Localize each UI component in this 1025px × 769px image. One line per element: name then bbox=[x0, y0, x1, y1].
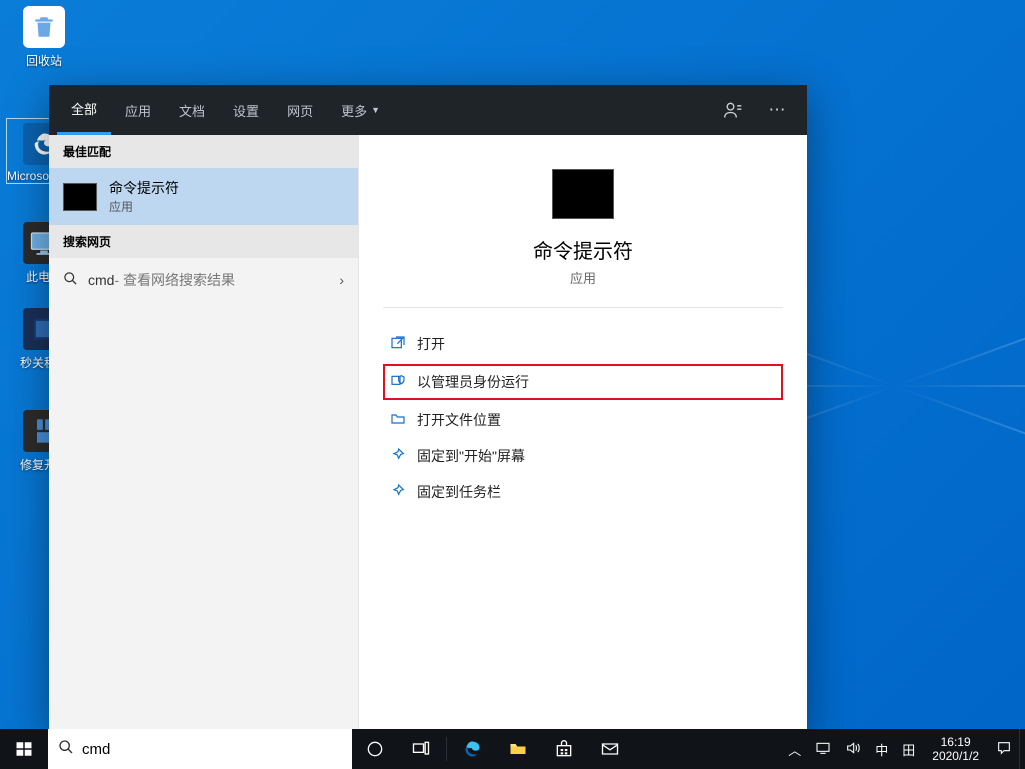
start-button[interactable] bbox=[0, 729, 48, 769]
open-icon bbox=[387, 335, 409, 354]
search-input[interactable] bbox=[82, 741, 342, 758]
web-hint: - 查看网络搜索结果 bbox=[114, 270, 235, 290]
tab-label: 应用 bbox=[125, 101, 151, 120]
tab-settings[interactable]: 设置 bbox=[219, 85, 273, 135]
tray-action-center-icon[interactable] bbox=[989, 740, 1019, 759]
desktop-icon-recycle-bin[interactable]: 回收站 bbox=[6, 6, 82, 69]
tray-volume-icon[interactable] bbox=[838, 740, 868, 759]
tray-ime-secondary[interactable]: 田 bbox=[895, 740, 922, 759]
taskbar-edge[interactable] bbox=[449, 729, 495, 769]
cmd-icon-large bbox=[552, 169, 614, 219]
action-label: 固定到"开始"屏幕 bbox=[417, 446, 525, 466]
tab-label: 设置 bbox=[233, 101, 259, 120]
preview-column: 命令提示符 应用 打开 以管理员身份运行 打开文件位置 bbox=[359, 135, 807, 729]
tray-ime-primary[interactable]: 中 bbox=[868, 740, 895, 759]
preview-title: 命令提示符 bbox=[383, 235, 783, 264]
search-panel-tabs: 全部 应用 文档 设置 网页 更多 ▼ ⋯ bbox=[49, 85, 807, 135]
tab-more[interactable]: 更多 ▼ bbox=[327, 85, 394, 135]
tab-label: 网页 bbox=[287, 101, 313, 120]
web-search-row[interactable]: cmd - 查看网络搜索结果 › bbox=[49, 258, 358, 302]
tab-docs[interactable]: 文档 bbox=[165, 85, 219, 135]
action-label: 打开文件位置 bbox=[417, 410, 501, 430]
action-open-location[interactable]: 打开文件位置 bbox=[383, 402, 783, 438]
action-pin-taskbar[interactable]: 固定到任务栏 bbox=[383, 474, 783, 510]
tray-network-icon[interactable] bbox=[808, 740, 838, 759]
tab-label: 更多 bbox=[341, 101, 367, 120]
web-query: cmd bbox=[88, 272, 114, 288]
results-column: 最佳匹配 命令提示符 应用 搜索网页 cmd - 查看网络搜索结果 › bbox=[49, 135, 359, 729]
section-search-web: 搜索网页 bbox=[49, 225, 358, 258]
pin-icon bbox=[387, 447, 409, 466]
folder-icon bbox=[387, 411, 409, 430]
action-open[interactable]: 打开 bbox=[383, 326, 783, 362]
preview-kind: 应用 bbox=[383, 268, 783, 287]
show-desktop-button[interactable] bbox=[1019, 729, 1025, 769]
tab-label: 全部 bbox=[71, 99, 97, 118]
tray-date: 2020/1/2 bbox=[932, 749, 979, 763]
task-view-button[interactable] bbox=[398, 729, 444, 769]
section-best-match: 最佳匹配 bbox=[49, 135, 358, 168]
taskbar-search[interactable] bbox=[48, 729, 352, 769]
result-kind: 应用 bbox=[109, 198, 179, 215]
chevron-right-icon: › bbox=[339, 272, 344, 288]
result-cmd[interactable]: 命令提示符 应用 bbox=[49, 168, 358, 225]
cortana-button[interactable] bbox=[352, 729, 398, 769]
tray-clock[interactable]: 16:19 2020/1/2 bbox=[922, 735, 989, 763]
taskbar-store[interactable] bbox=[541, 729, 587, 769]
search-icon bbox=[63, 271, 78, 289]
pin-icon bbox=[387, 483, 409, 502]
action-pin-start[interactable]: 固定到"开始"屏幕 bbox=[383, 438, 783, 474]
taskbar-mail[interactable] bbox=[587, 729, 633, 769]
result-title: 命令提示符 bbox=[109, 178, 179, 198]
tray-overflow[interactable]: ︿ bbox=[781, 740, 808, 759]
search-panel: 全部 应用 文档 设置 网页 更多 ▼ ⋯ 最佳匹配 命令提示符 应用 bbox=[49, 85, 807, 729]
search-icon bbox=[58, 739, 74, 760]
tab-all[interactable]: 全部 bbox=[57, 85, 111, 135]
cmd-icon bbox=[63, 183, 97, 211]
chevron-down-icon: ▼ bbox=[371, 105, 380, 115]
taskbar: ︿ 中 田 16:19 2020/1/2 bbox=[0, 729, 1025, 769]
tab-apps[interactable]: 应用 bbox=[111, 85, 165, 135]
action-label: 以管理员身份运行 bbox=[417, 372, 529, 392]
tab-label: 文档 bbox=[179, 101, 205, 120]
preview-actions: 打开 以管理员身份运行 打开文件位置 固定到"开始"屏幕 bbox=[383, 308, 783, 510]
recycle-bin-icon bbox=[23, 6, 65, 48]
more-options-icon[interactable]: ⋯ bbox=[755, 85, 799, 135]
desktop: 回收站 Microsoft Edge 此电脑 秒关程序 修复开机 全部 应用 文… bbox=[0, 0, 1025, 769]
tab-web[interactable]: 网页 bbox=[273, 85, 327, 135]
action-label: 固定到任务栏 bbox=[417, 482, 501, 502]
action-label: 打开 bbox=[417, 334, 445, 354]
tray-time: 16:19 bbox=[932, 735, 979, 749]
shield-icon bbox=[387, 373, 409, 392]
action-run-admin[interactable]: 以管理员身份运行 bbox=[383, 364, 783, 400]
desktop-icon-label: 回收站 bbox=[6, 52, 82, 69]
system-tray: ︿ 中 田 16:19 2020/1/2 bbox=[781, 729, 1025, 769]
taskbar-file-explorer[interactable] bbox=[495, 729, 541, 769]
feedback-icon[interactable] bbox=[711, 85, 755, 135]
